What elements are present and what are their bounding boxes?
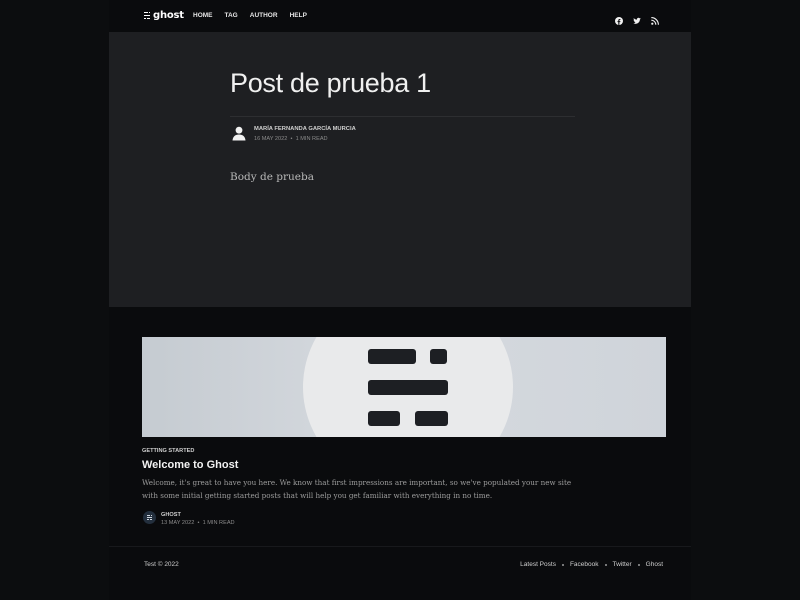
logo-block	[368, 380, 448, 395]
logo-block	[368, 349, 416, 364]
post-meta: 16 MAY 2022 • 1 MIN READ	[254, 136, 328, 142]
logo-block	[415, 411, 448, 426]
nav-tag[interactable]: TAG	[225, 12, 238, 19]
post-card-author[interactable]: GHOST	[161, 512, 181, 518]
nav-help[interactable]: HELP	[290, 12, 307, 19]
footer-separator	[561, 563, 564, 566]
author-avatar-icon[interactable]	[231, 125, 247, 141]
twitter-icon[interactable]	[633, 12, 641, 24]
footer-link-latest-posts[interactable]: Latest Posts	[520, 561, 556, 568]
footer-link-facebook[interactable]: Facebook	[570, 561, 599, 568]
meta-separator: •	[288, 136, 296, 142]
author-name[interactable]: MARÍA FERNANDA GARCÍA MURCIA	[254, 126, 356, 132]
footer-link-ghost[interactable]: Ghost	[646, 561, 663, 568]
ghost-logo-icon	[144, 12, 150, 19]
footer-copyright: Test © 2022	[144, 561, 179, 568]
site-container: ghost HOME TAG AUTHOR HELP Post de prueb…	[109, 0, 691, 600]
post-card-reading-time: 1 MIN READ	[202, 520, 235, 526]
post-body: Body de prueba	[230, 171, 314, 183]
post-card-excerpt: Welcome, it's great to have you here. We…	[142, 478, 572, 500]
nav-menu: HOME TAG AUTHOR HELP	[193, 12, 307, 19]
footer-nav: Latest Posts Facebook Twitter Ghost	[520, 561, 663, 568]
meta-separator: •	[195, 520, 203, 526]
rss-icon[interactable]	[651, 12, 659, 25]
footer-separator	[637, 563, 640, 566]
post-date: 16 MAY 2022	[254, 136, 288, 142]
facebook-icon[interactable]	[615, 12, 623, 25]
post-card-title[interactable]: Welcome to Ghost	[142, 459, 238, 471]
post-card-image[interactable]	[142, 337, 666, 437]
post-header: Post de prueba 1 MARÍA FERNANDA GARCÍA M…	[109, 32, 691, 307]
logo-text: ghost	[153, 10, 184, 21]
footer-separator	[604, 563, 607, 566]
ghost-avatar-icon[interactable]	[143, 511, 156, 524]
divider	[230, 116, 575, 117]
post-card-date: 13 MAY 2022	[161, 520, 195, 526]
site-header: ghost HOME TAG AUTHOR HELP	[109, 0, 691, 32]
post-title: Post de prueba 1	[230, 68, 431, 98]
nav-author[interactable]: AUTHOR	[250, 12, 278, 19]
nav-home[interactable]: HOME	[193, 12, 213, 19]
post-card-meta: 13 MAY 2022 • 1 MIN READ	[161, 520, 235, 526]
social-links	[615, 12, 659, 25]
footer-divider	[109, 546, 691, 547]
logo-block	[368, 411, 400, 426]
logo-block	[430, 349, 447, 364]
reading-time: 1 MIN READ	[295, 136, 328, 142]
post-card-tag[interactable]: GETTING STARTED	[142, 448, 194, 454]
site-logo[interactable]: ghost	[144, 10, 184, 21]
footer-link-twitter[interactable]: Twitter	[613, 561, 632, 568]
